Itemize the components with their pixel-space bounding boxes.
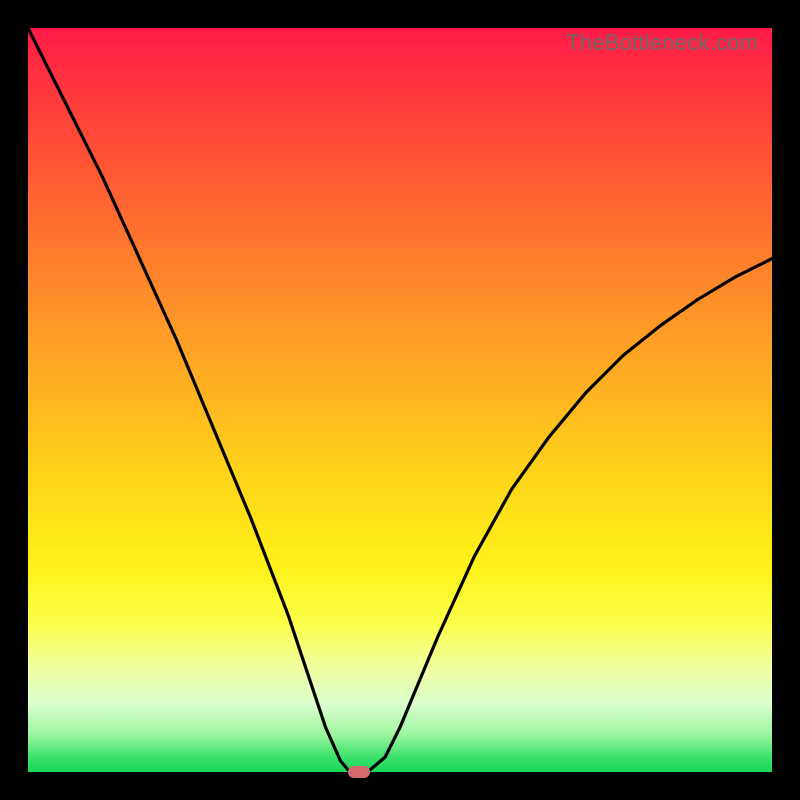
bottleneck-curve xyxy=(28,28,772,772)
chart-frame: TheBottleneck.com xyxy=(0,0,800,800)
chart-plot-area: TheBottleneck.com xyxy=(28,28,772,772)
minimum-marker xyxy=(348,766,370,778)
